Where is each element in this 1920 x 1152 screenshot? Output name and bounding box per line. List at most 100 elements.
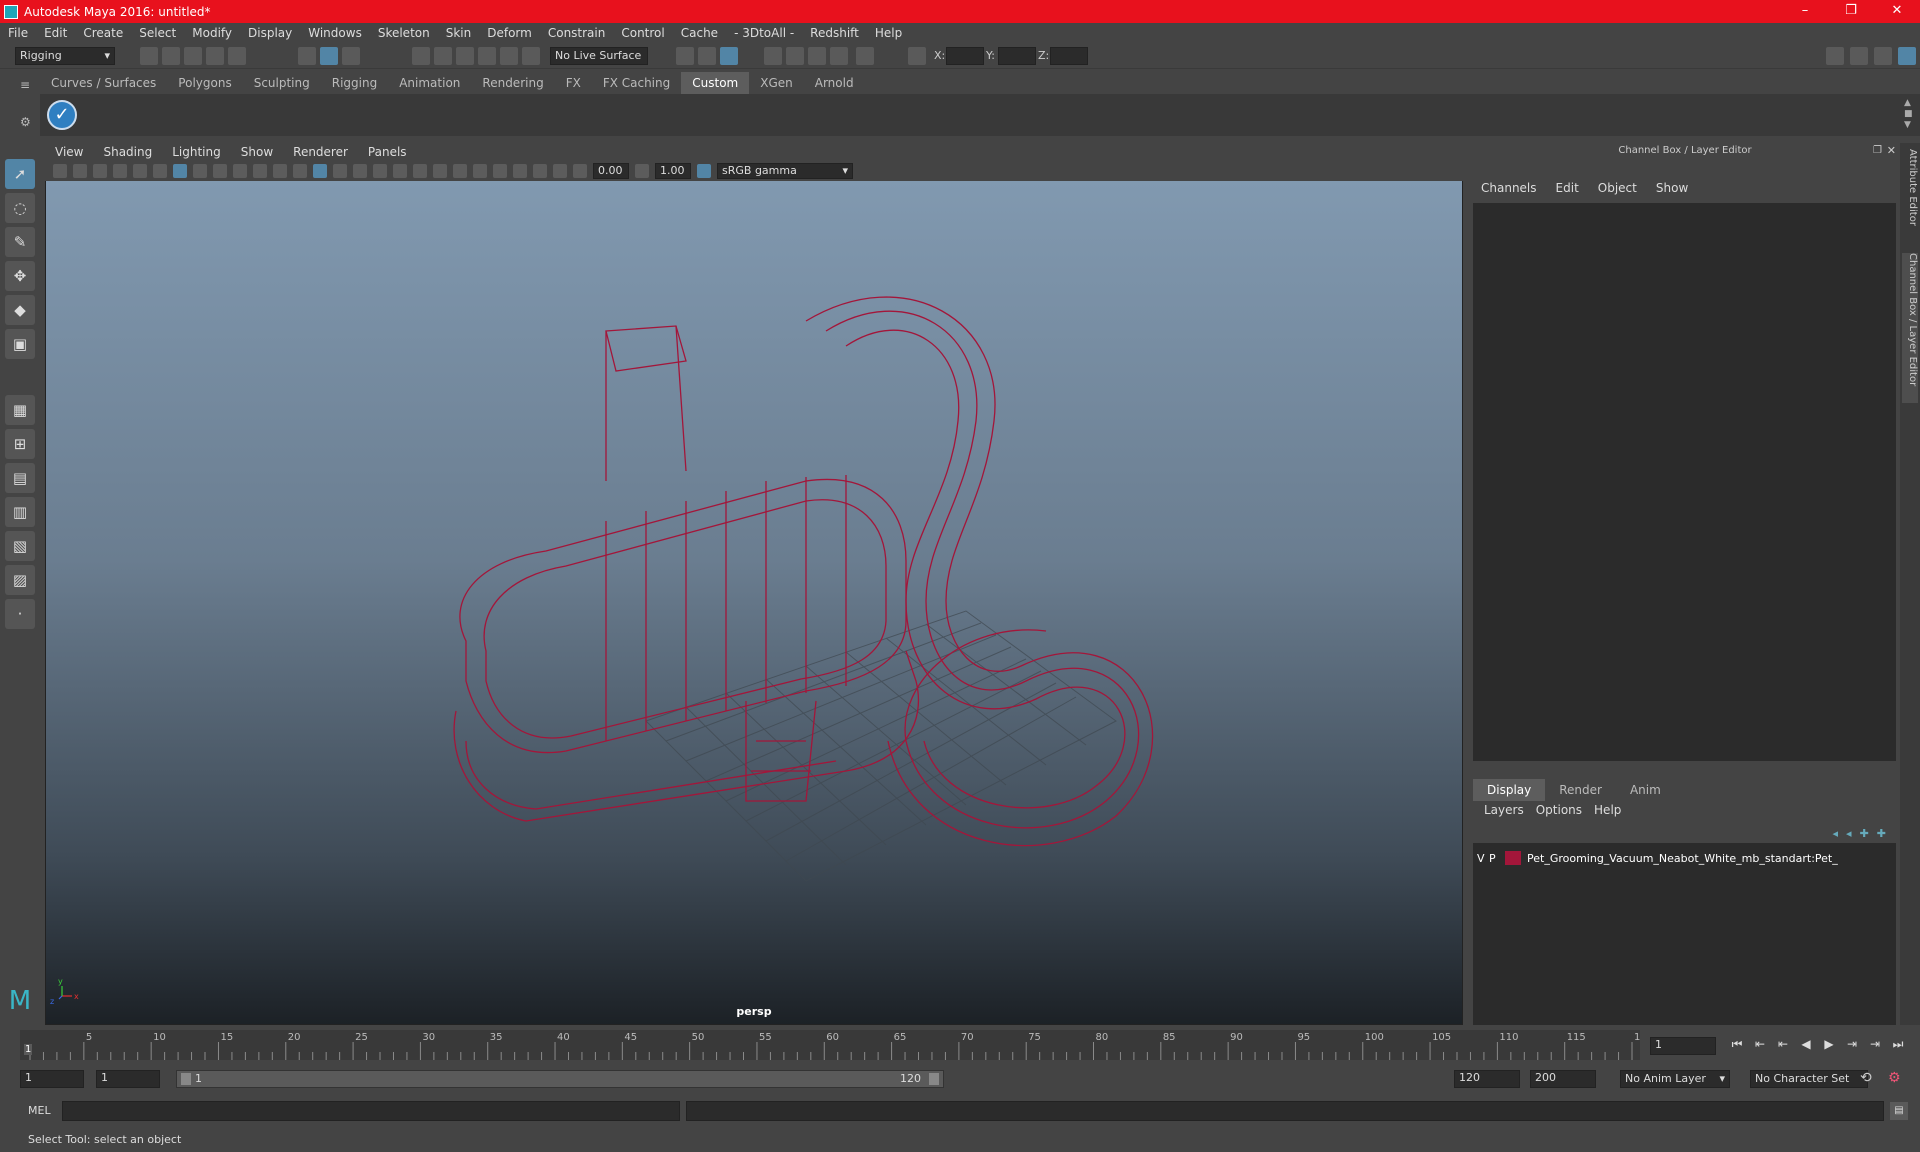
tab-animation[interactable]: Animation (388, 72, 471, 94)
minimize-button[interactable]: – (1782, 0, 1828, 23)
menu-skeleton[interactable]: Skeleton (370, 26, 438, 40)
tab-custom[interactable]: Custom (681, 72, 750, 94)
construction-history-icon[interactable] (676, 47, 694, 65)
character-set-dropdown[interactable]: No Character Set (1750, 1070, 1868, 1088)
anim-layer-dropdown[interactable]: No Anim Layer ▾ (1620, 1070, 1730, 1088)
close-button[interactable]: ✕ (1874, 0, 1920, 23)
float-panel-icon[interactable]: ❐ (1873, 145, 1882, 156)
snap-point-icon[interactable] (456, 47, 474, 65)
menu-set-dropdown[interactable]: Rigging ▾ (15, 47, 115, 65)
menu-create[interactable]: Create (75, 26, 131, 40)
current-time-indicator[interactable]: 1 (24, 1044, 33, 1055)
close-panel-icon[interactable]: ✕ (1887, 144, 1896, 157)
tab-xgen[interactable]: XGen (749, 72, 804, 94)
cb-menu-object[interactable]: Object (1587, 181, 1645, 199)
panel-menu-panels[interactable]: Panels (358, 145, 417, 159)
xray-icon[interactable] (513, 164, 527, 178)
menu-modify[interactable]: Modify (184, 26, 240, 40)
pan-zoom-icon[interactable] (133, 164, 147, 178)
menu-help[interactable]: Help (867, 26, 910, 40)
cb-menu-show[interactable]: Show (1645, 181, 1696, 199)
move-layer-down-icon[interactable]: ◂ (1846, 827, 1852, 840)
new-scene-icon[interactable] (140, 47, 158, 65)
tab-fx-caching[interactable]: FX Caching (592, 72, 681, 94)
panel-menu-view[interactable]: View (45, 145, 93, 159)
x-field[interactable] (946, 47, 984, 65)
tab-attribute-editor[interactable]: Attribute Editor (1902, 149, 1918, 239)
tab-polygons[interactable]: Polygons (167, 72, 242, 94)
step-forward-key-icon[interactable]: ⇥ (1866, 1035, 1884, 1053)
xray-components-icon[interactable] (553, 164, 567, 178)
tool-settings-icon[interactable] (1874, 47, 1892, 65)
anti-aliasing-icon[interactable] (473, 164, 487, 178)
film-gate-icon[interactable] (193, 164, 207, 178)
tab-rigging[interactable]: Rigging (321, 72, 388, 94)
colorspace-dropdown[interactable]: sRGB gamma ▾ (717, 163, 853, 179)
custom-layout-icon[interactable]: · (5, 599, 35, 629)
tab-channel-box-layer-editor[interactable]: Channel Box / Layer Editor (1902, 253, 1918, 403)
shelf-menu-icon[interactable]: ≡ (20, 78, 34, 92)
panel-menu-renderer[interactable]: Renderer (283, 145, 358, 159)
grease-pencil-icon[interactable] (153, 164, 167, 178)
resolution-gate-icon[interactable] (213, 164, 227, 178)
animation-preferences-icon[interactable]: ⚙ (1888, 1070, 1901, 1086)
command-language-label[interactable]: MEL (28, 1104, 51, 1117)
single-perspective-layout-icon[interactable]: ▦ (5, 395, 35, 425)
snap-grid-icon[interactable] (412, 47, 430, 65)
tab-fx[interactable]: FX (555, 72, 592, 94)
range-start-handle[interactable] (181, 1073, 191, 1085)
restore-button[interactable]: ❐ (1828, 0, 1874, 23)
step-back-frame-icon[interactable]: ⇤ (1774, 1035, 1792, 1053)
move-layer-up-icon[interactable]: ◂ (1833, 827, 1839, 840)
menu-redshift[interactable]: Redshift (802, 26, 867, 40)
gate-mask-icon[interactable] (233, 164, 247, 178)
persp-outliner-layout-icon[interactable]: ▤ (5, 463, 35, 493)
persp-graph-layout-icon[interactable]: ▥ (5, 497, 35, 527)
camera-select-icon[interactable] (53, 164, 67, 178)
step-back-key-icon[interactable]: ⇤ (1751, 1035, 1769, 1053)
panel-menu-show[interactable]: Show (231, 145, 283, 159)
hypershade-icon[interactable] (786, 47, 804, 65)
grid-icon[interactable] (173, 164, 187, 178)
tab-sculpting[interactable]: Sculpting (243, 72, 321, 94)
3d-viewport[interactable]: x y z persp (46, 181, 1462, 1024)
menu-3dtoall[interactable]: - 3DtoAll - (726, 26, 802, 40)
z-field[interactable] (1050, 47, 1088, 65)
ambient-occlusion-icon[interactable] (433, 164, 447, 178)
menu-file[interactable]: File (0, 26, 36, 40)
new-layer-selected-icon[interactable]: ✚ (1860, 827, 1869, 840)
tab-arnold[interactable]: Arnold (804, 72, 865, 94)
tab-rendering[interactable]: Rendering (471, 72, 554, 94)
persp-graph-hypershade-layout-icon[interactable]: ▨ (5, 565, 35, 595)
go-to-end-icon[interactable]: ⏭ (1889, 1035, 1907, 1053)
exposure-field[interactable]: 0.00 (593, 163, 629, 179)
menu-constrain[interactable]: Constrain (540, 26, 614, 40)
snap-view-icon[interactable] (478, 47, 496, 65)
scene-start-field[interactable]: 1 (20, 1070, 84, 1088)
panel-menu-shading[interactable]: Shading (93, 145, 162, 159)
isolate-select-icon[interactable] (493, 164, 507, 178)
cb-menu-edit[interactable]: Edit (1545, 181, 1587, 199)
bookmark-icon[interactable] (93, 164, 107, 178)
tab-display[interactable]: Display (1473, 779, 1546, 801)
shelf-settings-icon[interactable]: ⚙ (20, 115, 34, 129)
playback-end-field[interactable]: 120 (1454, 1070, 1520, 1088)
menu-deform[interactable]: Deform (479, 26, 540, 40)
layer-color-swatch[interactable] (1505, 851, 1521, 865)
time-slider[interactable]: 5 10 15 20 25 30 35 40 45 50 55 60 65 70 75 80 85 90 95 100… (20, 1030, 1653, 1060)
menu-cache[interactable]: Cache (673, 26, 726, 40)
smooth-shade-icon[interactable] (333, 164, 347, 178)
auto-key-icon[interactable]: ⟲ (1860, 1070, 1872, 1086)
shadows-icon[interactable] (413, 164, 427, 178)
safe-title-icon[interactable] (293, 164, 307, 178)
move-tool-icon[interactable]: ✥ (5, 261, 35, 291)
persp-hypershade-layout-icon[interactable]: ▧ (5, 531, 35, 561)
redo-icon[interactable] (228, 47, 246, 65)
scale-tool-icon[interactable]: ▣ (5, 329, 35, 359)
save-scene-icon[interactable] (184, 47, 202, 65)
checkmark-shelf-button-icon[interactable]: ✓ (47, 100, 77, 130)
go-to-start-icon[interactable]: ⏮ (1728, 1035, 1746, 1053)
undo-icon[interactable] (206, 47, 224, 65)
image-plane-icon[interactable] (113, 164, 127, 178)
y-field[interactable] (998, 47, 1036, 65)
